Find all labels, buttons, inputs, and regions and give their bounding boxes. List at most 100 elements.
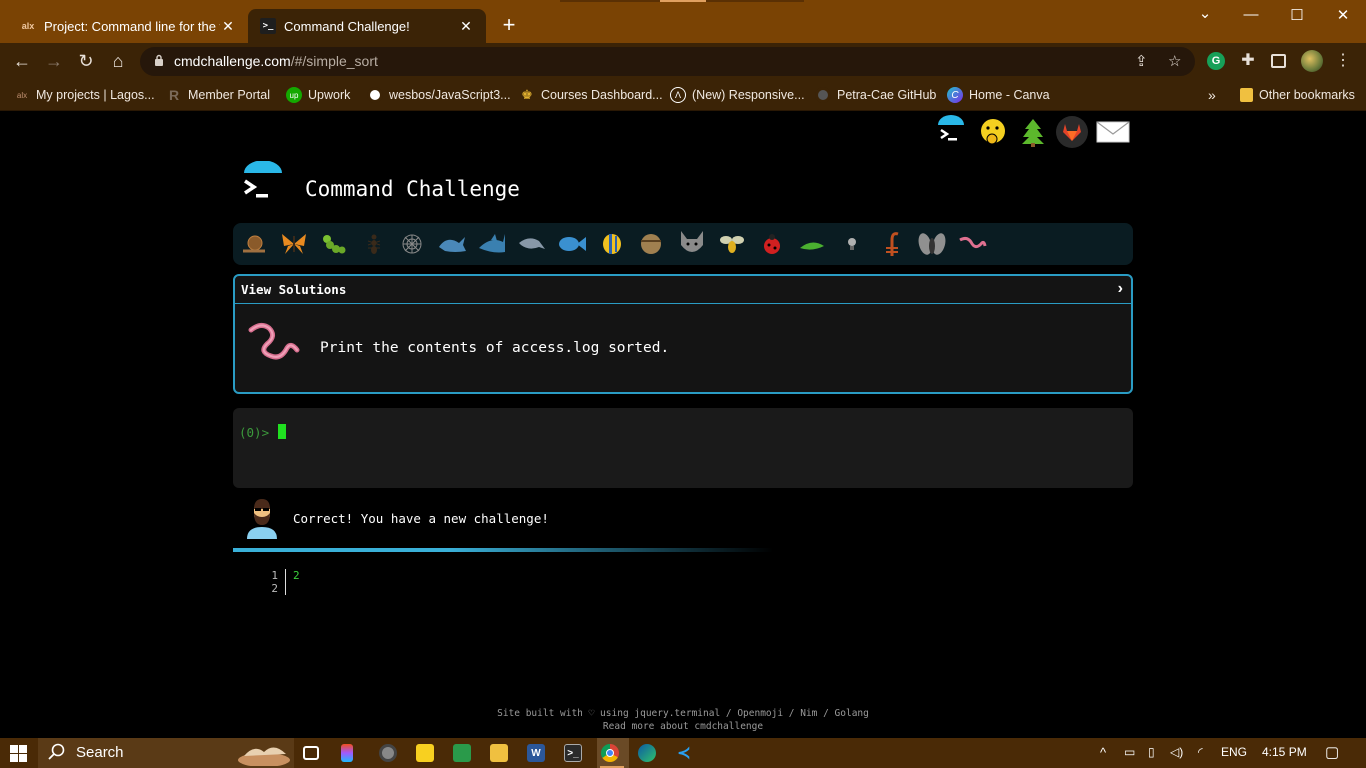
chrome-menu-icon[interactable]: ⋮	[1334, 52, 1352, 70]
hand-over-mouth-face-icon	[981, 119, 1005, 145]
challenge-panel: View Solutions › Print the contents of a…	[233, 274, 1133, 394]
obs-icon[interactable]	[379, 744, 397, 762]
level-snail-icon[interactable]	[239, 229, 269, 259]
terminal-input-area[interactable]: (0)>	[233, 408, 1133, 488]
terminal-icon[interactable]	[934, 115, 968, 149]
bookmark-label: Other bookmarks	[1259, 88, 1355, 102]
bookmark-wesbos[interactable]: wesbos/JavaScript3...	[367, 86, 511, 104]
windows-start-icon[interactable]	[10, 745, 27, 762]
task-view-icon[interactable]	[303, 746, 319, 760]
wifi-icon[interactable]: ◜	[1198, 745, 1203, 759]
line-number-separator	[285, 569, 286, 595]
notifications-icon[interactable]: ▢	[1325, 743, 1339, 761]
tab-strip-indicator	[706, 0, 804, 2]
grammarly-icon[interactable]: G	[1207, 52, 1225, 70]
level-dolphin-icon[interactable]	[517, 229, 547, 259]
level-ladybug-icon[interactable]	[757, 229, 787, 259]
maximize-button[interactable]: ☐	[1287, 6, 1307, 24]
more-bookmarks-icon[interactable]: »	[1208, 86, 1216, 104]
bookmark-label: Member Portal	[188, 88, 270, 102]
language-indicator[interactable]: ENG	[1221, 745, 1247, 759]
search-placeholder: Search	[76, 744, 124, 761]
back-arrow-icon[interactable]: ←	[12, 51, 32, 71]
taskbar-search-box[interactable]: Search	[38, 738, 294, 768]
tab-close-icon[interactable]: ✕	[220, 18, 236, 35]
level-caterpillar-icon[interactable]	[319, 229, 349, 259]
challenge-description: Print the contents of access.log sorted.	[320, 340, 670, 356]
level-scorpion-icon[interactable]	[877, 229, 907, 259]
sticky-notes-icon[interactable]	[416, 744, 434, 762]
volume-icon[interactable]: ◁)	[1170, 745, 1183, 759]
home-icon[interactable]: ⌂	[108, 51, 128, 71]
bookmark-label: Home - Canva	[969, 88, 1050, 102]
url-domain: cmdchallenge.com	[174, 53, 291, 69]
level-worm-icon[interactable]	[957, 229, 987, 259]
tab-project[interactable]: alx Project: Command line for the wi ✕	[8, 9, 248, 43]
chrome-icon[interactable]	[601, 744, 619, 762]
address-bar[interactable]: cmdchallenge.com/#/simple_sort ⇪ ☆	[140, 47, 1195, 76]
minimize-button[interactable]: —	[1241, 6, 1261, 23]
evergreen-tree-icon	[1022, 119, 1044, 147]
terminal-cursor	[278, 424, 286, 439]
chevron-right-icon[interactable]: ›	[1118, 280, 1123, 298]
shark-icon	[479, 234, 505, 253]
clock[interactable]: 4:15 PM	[1262, 745, 1307, 759]
word-icon[interactable]: W	[527, 744, 545, 762]
canva-icon: C	[947, 87, 963, 103]
show-hidden-icons[interactable]: ^	[1100, 745, 1106, 760]
figma-icon[interactable]	[341, 744, 353, 762]
level-spider-web-icon[interactable]	[397, 229, 427, 259]
device-icon[interactable]: ▯	[1148, 745, 1155, 759]
reload-icon[interactable]: ↻	[76, 51, 96, 71]
level-fly-icon[interactable]	[917, 229, 947, 259]
view-solutions-header[interactable]: View Solutions ›	[235, 276, 1131, 304]
level-wolf-icon[interactable]	[677, 229, 707, 259]
face-icon[interactable]	[976, 115, 1010, 149]
read-more-link[interactable]: Read more about cmdchallenge	[0, 720, 1366, 733]
level-ant-icon[interactable]	[359, 229, 389, 259]
level-butterfly-icon[interactable]	[279, 229, 309, 259]
level-light-icon[interactable]	[837, 229, 867, 259]
level-tropical-fish-icon[interactable]	[597, 229, 627, 259]
bookmark-responsive[interactable]: Λ (New) Responsive...	[670, 86, 805, 104]
bookmark-canva[interactable]: C Home - Canva	[947, 86, 1050, 104]
vscode-icon[interactable]: ≺	[675, 744, 693, 762]
level-bee-icon[interactable]	[717, 229, 747, 259]
scorpion-icon	[886, 232, 899, 256]
bookmark-courses-dashboard[interactable]: ♚ Courses Dashboard...	[519, 86, 662, 104]
edge-icon[interactable]	[638, 744, 656, 762]
tab-close-icon[interactable]: ✕	[458, 18, 474, 35]
lightbulb-icon	[848, 238, 856, 250]
level-blowfish-icon[interactable]	[637, 229, 667, 259]
bookmark-star-icon[interactable]: ☆	[1168, 52, 1181, 70]
envelope-icon[interactable]	[1096, 115, 1130, 149]
other-bookmarks-folder[interactable]: Other bookmarks	[1240, 86, 1355, 104]
tab-bar: alx Project: Command line for the wi ✕ >…	[0, 0, 1366, 43]
tab-search-icon[interactable]: ⌄	[1195, 4, 1215, 22]
side-panel-icon[interactable]	[1271, 54, 1286, 68]
level-shark-icon[interactable]	[477, 229, 507, 259]
level-leaf-bug-icon[interactable]	[797, 229, 827, 259]
bookmark-upwork[interactable]: up Upwork	[286, 86, 350, 104]
xbox-icon[interactable]	[453, 744, 471, 762]
close-window-button[interactable]: ✕	[1333, 6, 1353, 24]
profile-avatar[interactable]	[1301, 50, 1323, 72]
r-logo-icon: R	[168, 87, 180, 103]
bookmark-member-portal[interactable]: R Member Portal	[166, 86, 270, 104]
gitlab-icon[interactable]	[1055, 115, 1089, 149]
worm-icon	[248, 322, 300, 360]
app-title: Command Challenge	[305, 177, 520, 201]
new-tab-button[interactable]: +	[498, 14, 520, 36]
share-icon[interactable]: ⇪	[1135, 52, 1148, 70]
file-explorer-icon[interactable]	[490, 744, 508, 762]
forward-arrow-icon[interactable]: →	[44, 51, 64, 71]
tree-icon[interactable]	[1016, 115, 1050, 149]
tab-command-challenge[interactable]: >_ Command Challenge! ✕	[248, 9, 486, 43]
level-whale-icon[interactable]	[437, 229, 467, 259]
level-fish-icon[interactable]	[557, 229, 587, 259]
extensions-puzzle-icon[interactable]: ✚	[1239, 52, 1257, 70]
bookmark-petra-github[interactable]: Petra-Cae GitHub	[815, 86, 936, 104]
terminal-app-icon[interactable]: >_	[564, 744, 582, 762]
bookmark-my-projects[interactable]: alx My projects | Lagos...	[14, 86, 155, 104]
battery-icon[interactable]: ▭	[1124, 745, 1135, 759]
